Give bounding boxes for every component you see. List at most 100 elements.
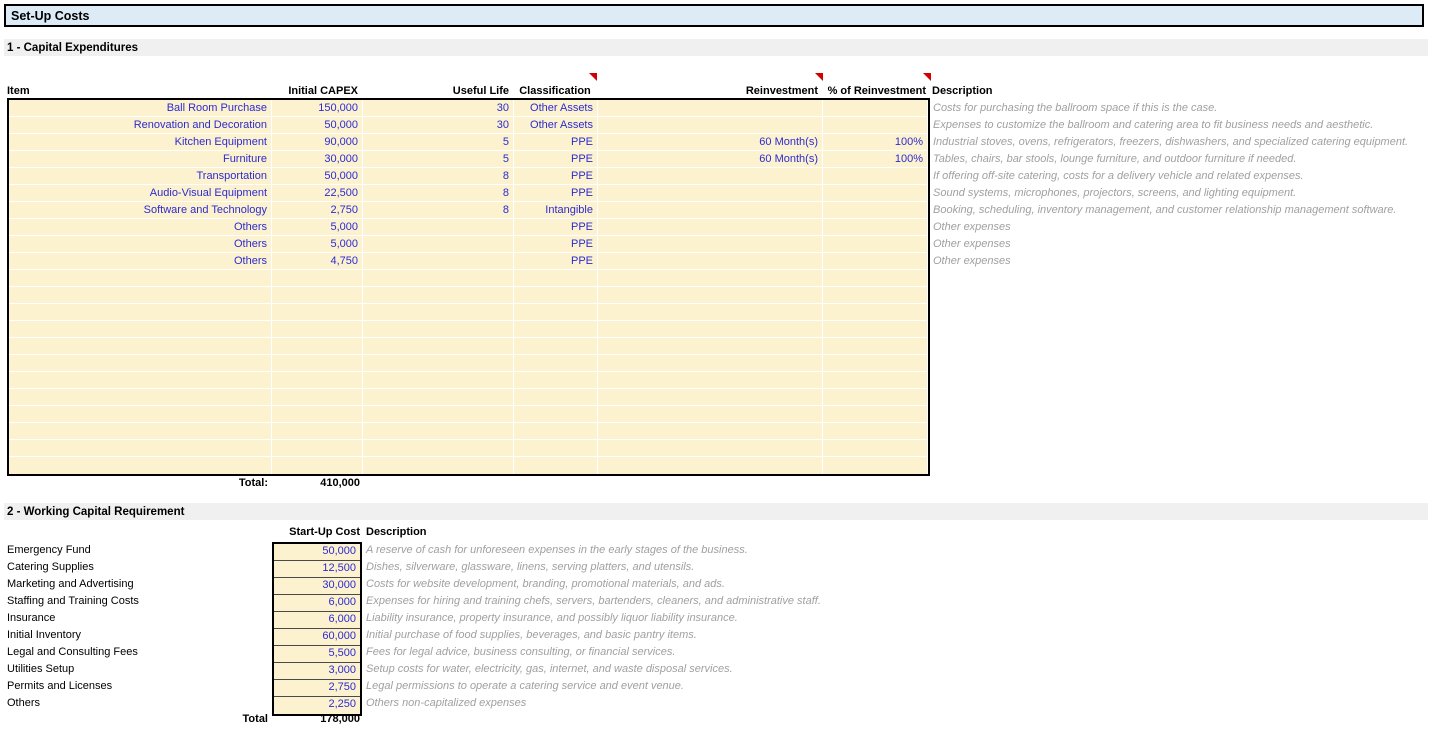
cell-reinvestment[interactable]: 60 Month(s)	[598, 134, 823, 151]
cell-initial-capex[interactable]	[272, 287, 363, 304]
cell-classification[interactable]	[514, 372, 598, 389]
cell-initial-capex[interactable]: 22,500	[272, 185, 363, 202]
cell-pct-reinvestment[interactable]	[823, 270, 928, 287]
cell-pct-reinvestment[interactable]	[823, 168, 928, 185]
cell-classification[interactable]	[514, 321, 598, 338]
cell-item[interactable]	[9, 372, 272, 389]
cell-classification[interactable]	[514, 270, 598, 287]
cell-classification[interactable]	[514, 338, 598, 355]
cell-initial-capex[interactable]	[272, 372, 363, 389]
cell-item[interactable]: Audio-Visual Equipment	[9, 185, 272, 202]
cell-classification[interactable]	[514, 389, 598, 406]
cell-reinvestment[interactable]	[598, 423, 823, 440]
cell-useful-life[interactable]	[363, 253, 514, 270]
cell-startup-cost[interactable]: 2,750	[274, 680, 360, 697]
cell-initial-capex[interactable]	[272, 457, 363, 474]
cell-pct-reinvestment[interactable]	[823, 406, 928, 423]
cell-reinvestment[interactable]	[598, 321, 823, 338]
cell-item[interactable]: Others	[9, 253, 272, 270]
cell-pct-reinvestment[interactable]	[823, 304, 928, 321]
cell-reinvestment[interactable]	[598, 270, 823, 287]
cell-classification[interactable]: Other Assets	[514, 117, 598, 134]
cell-classification[interactable]: PPE	[514, 168, 598, 185]
cell-reinvestment[interactable]	[598, 389, 823, 406]
cell-classification[interactable]: PPE	[514, 151, 598, 168]
cell-pct-reinvestment[interactable]	[823, 236, 928, 253]
cell-useful-life[interactable]	[363, 304, 514, 321]
cell-reinvestment[interactable]	[598, 457, 823, 474]
cell-useful-life[interactable]	[363, 423, 514, 440]
cell-reinvestment[interactable]	[598, 236, 823, 253]
cell-useful-life[interactable]	[363, 406, 514, 423]
cell-reinvestment[interactable]	[598, 202, 823, 219]
cell-initial-capex[interactable]	[272, 406, 363, 423]
cell-useful-life[interactable]	[363, 389, 514, 406]
cell-item[interactable]: Software and Technology	[9, 202, 272, 219]
cell-pct-reinvestment[interactable]	[823, 219, 928, 236]
cell-useful-life[interactable]: 5	[363, 151, 514, 168]
cell-useful-life[interactable]	[363, 338, 514, 355]
cell-reinvestment[interactable]	[598, 100, 823, 117]
cell-useful-life[interactable]: 8	[363, 185, 514, 202]
cell-startup-cost[interactable]: 12,500	[274, 561, 360, 578]
cell-item[interactable]: Renovation and Decoration	[9, 117, 272, 134]
cell-classification[interactable]: PPE	[514, 219, 598, 236]
cell-pct-reinvestment[interactable]	[823, 185, 928, 202]
cell-useful-life[interactable]	[363, 236, 514, 253]
cell-classification[interactable]	[514, 457, 598, 474]
cell-startup-cost[interactable]: 60,000	[274, 629, 360, 646]
cell-startup-cost[interactable]: 5,500	[274, 646, 360, 663]
cell-reinvestment[interactable]	[598, 168, 823, 185]
cell-classification[interactable]	[514, 287, 598, 304]
cell-pct-reinvestment[interactable]	[823, 100, 928, 117]
cell-reinvestment[interactable]	[598, 440, 823, 457]
cell-classification[interactable]	[514, 423, 598, 440]
cell-item[interactable]	[9, 287, 272, 304]
cell-useful-life[interactable]: 30	[363, 117, 514, 134]
cell-item[interactable]	[9, 423, 272, 440]
cell-initial-capex[interactable]: 30,000	[272, 151, 363, 168]
cell-reinvestment[interactable]	[598, 117, 823, 134]
cell-useful-life[interactable]	[363, 287, 514, 304]
cell-initial-capex[interactable]	[272, 389, 363, 406]
cell-item[interactable]	[9, 321, 272, 338]
cell-reinvestment[interactable]	[598, 287, 823, 304]
cell-item[interactable]: Kitchen Equipment	[9, 134, 272, 151]
cell-useful-life[interactable]	[363, 372, 514, 389]
cell-item[interactable]	[9, 270, 272, 287]
cell-reinvestment[interactable]	[598, 219, 823, 236]
cell-initial-capex[interactable]: 5,000	[272, 236, 363, 253]
cell-initial-capex[interactable]	[272, 338, 363, 355]
cell-pct-reinvestment[interactable]	[823, 423, 928, 440]
cell-classification[interactable]: PPE	[514, 236, 598, 253]
cell-classification[interactable]: Other Assets	[514, 100, 598, 117]
cell-item[interactable]: Others	[9, 236, 272, 253]
cell-item[interactable]	[9, 304, 272, 321]
cell-initial-capex[interactable]	[272, 355, 363, 372]
cell-startup-cost[interactable]: 3,000	[274, 663, 360, 680]
cell-initial-capex[interactable]: 5,000	[272, 219, 363, 236]
cell-pct-reinvestment[interactable]	[823, 287, 928, 304]
cell-item[interactable]	[9, 457, 272, 474]
cell-initial-capex[interactable]: 4,750	[272, 253, 363, 270]
cell-classification[interactable]: PPE	[514, 185, 598, 202]
cell-startup-cost[interactable]: 2,250	[274, 697, 360, 714]
cell-initial-capex[interactable]: 2,750	[272, 202, 363, 219]
cell-useful-life[interactable]	[363, 321, 514, 338]
cell-item[interactable]	[9, 338, 272, 355]
cell-item[interactable]	[9, 355, 272, 372]
cell-reinvestment[interactable]	[598, 355, 823, 372]
cell-reinvestment[interactable]	[598, 372, 823, 389]
cell-item[interactable]	[9, 406, 272, 423]
cell-classification[interactable]	[514, 440, 598, 457]
cell-item[interactable]: Transportation	[9, 168, 272, 185]
cell-pct-reinvestment[interactable]	[823, 457, 928, 474]
cell-initial-capex[interactable]: 50,000	[272, 168, 363, 185]
cell-reinvestment[interactable]	[598, 304, 823, 321]
cell-pct-reinvestment[interactable]	[823, 355, 928, 372]
cell-pct-reinvestment[interactable]	[823, 440, 928, 457]
cell-initial-capex[interactable]	[272, 304, 363, 321]
cell-classification[interactable]: Intangible	[514, 202, 598, 219]
cell-useful-life[interactable]: 8	[363, 168, 514, 185]
cell-initial-capex[interactable]	[272, 423, 363, 440]
